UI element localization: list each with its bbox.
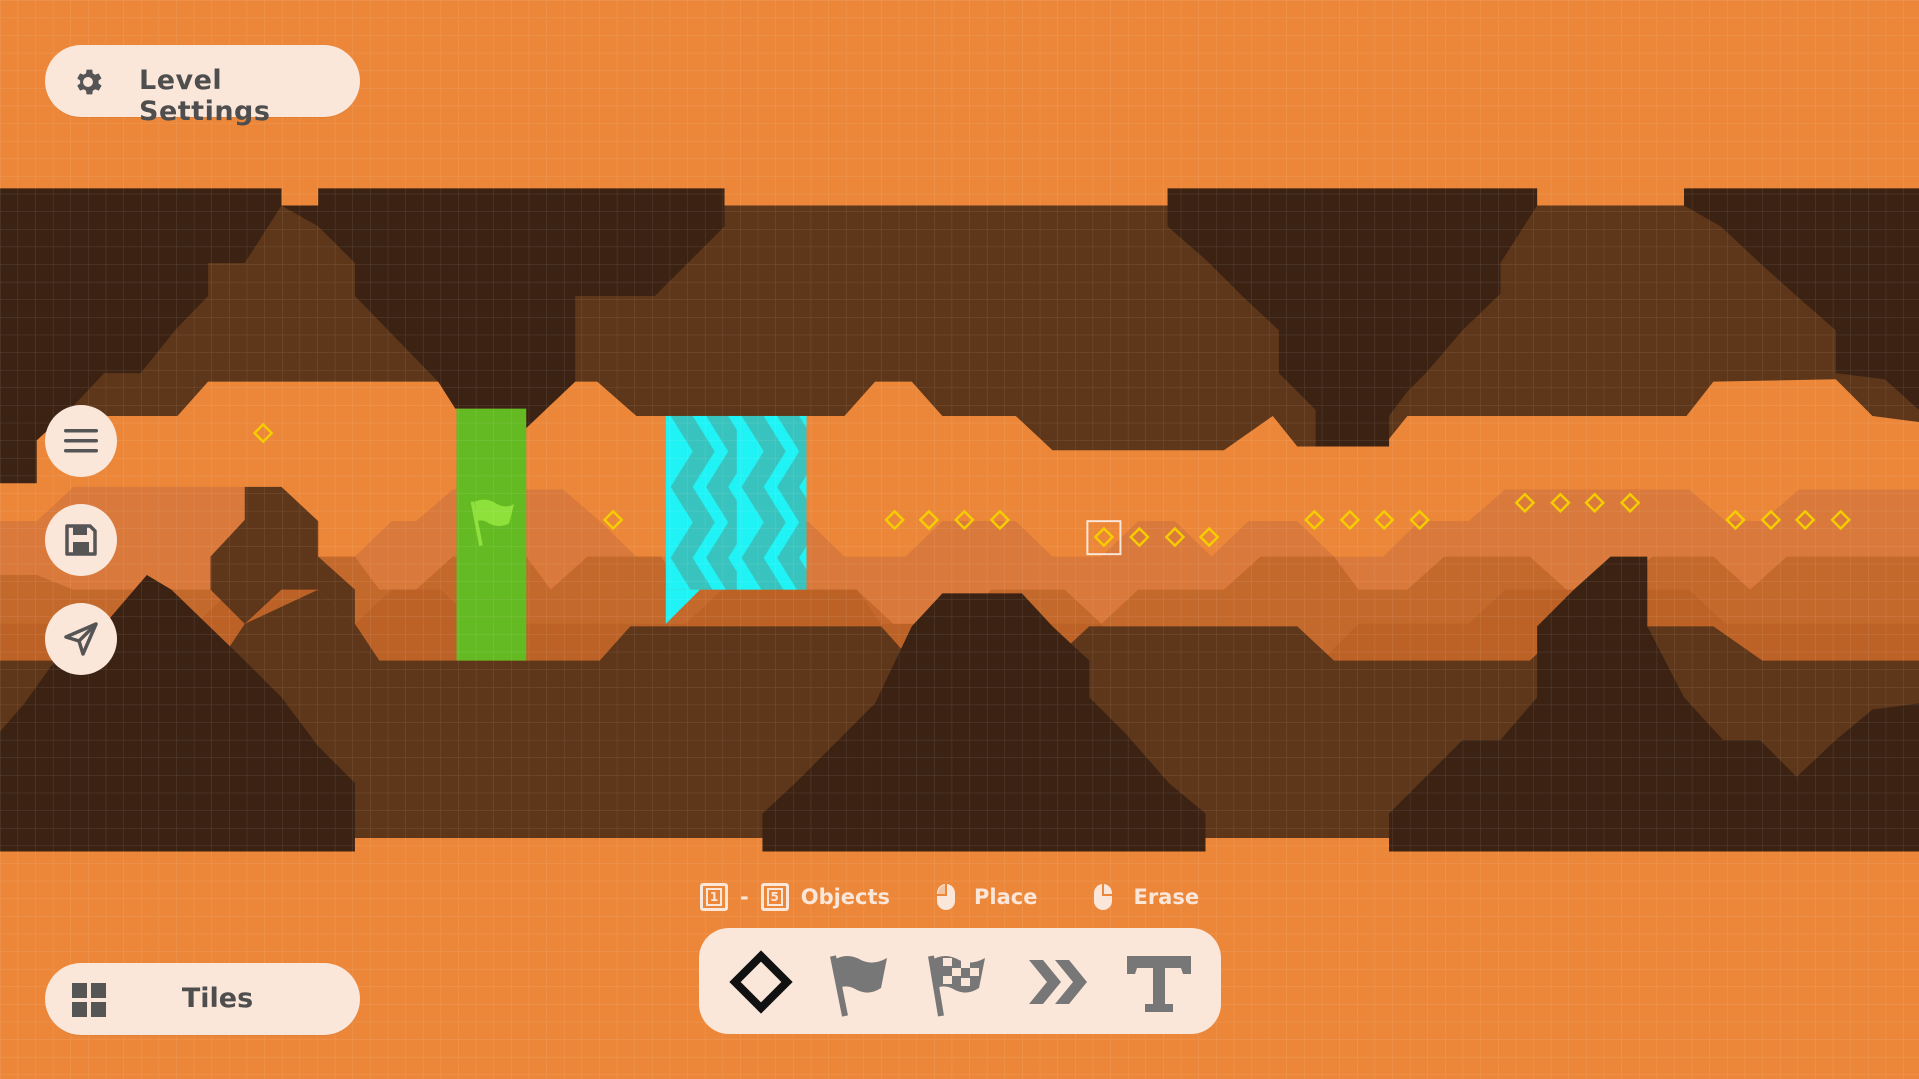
object-toolbar: [699, 928, 1221, 1034]
checkered-flag-icon: [928, 955, 985, 1017]
send-icon: [64, 622, 98, 656]
controls-hint: 1 - 5 Objects Place Erase: [700, 880, 1199, 914]
mouse-left-click-icon: [937, 884, 956, 910]
key-range-separator: -: [740, 885, 749, 909]
key-5-label: 5: [766, 888, 783, 906]
key-5-icon: 5: [760, 883, 789, 911]
gear-icon: [77, 69, 102, 95]
finish-flag-tool[interactable]: [919, 946, 999, 1018]
tiles-button[interactable]: Tiles: [45, 963, 360, 1035]
text-icon: [1127, 956, 1191, 1012]
send-button[interactable]: [45, 603, 117, 675]
menu-button[interactable]: [45, 405, 117, 477]
save-button[interactable]: [45, 504, 117, 576]
text-tool[interactable]: [1119, 946, 1199, 1018]
key-1-label: 1: [706, 888, 722, 906]
flag-icon: [830, 955, 887, 1017]
double-chevron-icon: [1029, 960, 1087, 1004]
start-flag-tool[interactable]: [821, 946, 901, 1018]
mouse-right-click-icon: [1094, 884, 1113, 910]
diamond-icon: [729, 950, 793, 1014]
save-icon: [65, 524, 97, 556]
level-canvas[interactable]: [0, 0, 1919, 1079]
boost-tool[interactable]: [1019, 946, 1099, 1018]
grid-overlay: [0, 0, 1919, 1079]
objects-hint-label: Objects: [800, 885, 891, 909]
place-hint-label: Place: [974, 885, 1038, 909]
tiles-label: Tiles: [181, 983, 254, 1014]
erase-hint-label: Erase: [1133, 885, 1200, 909]
gem-tool[interactable]: [721, 946, 801, 1018]
menu-icon: [64, 429, 98, 453]
key-1-icon: 1: [700, 883, 728, 911]
level-settings-label: Level Settings: [139, 65, 271, 127]
level-settings-button[interactable]: Level Settings: [45, 45, 360, 127]
